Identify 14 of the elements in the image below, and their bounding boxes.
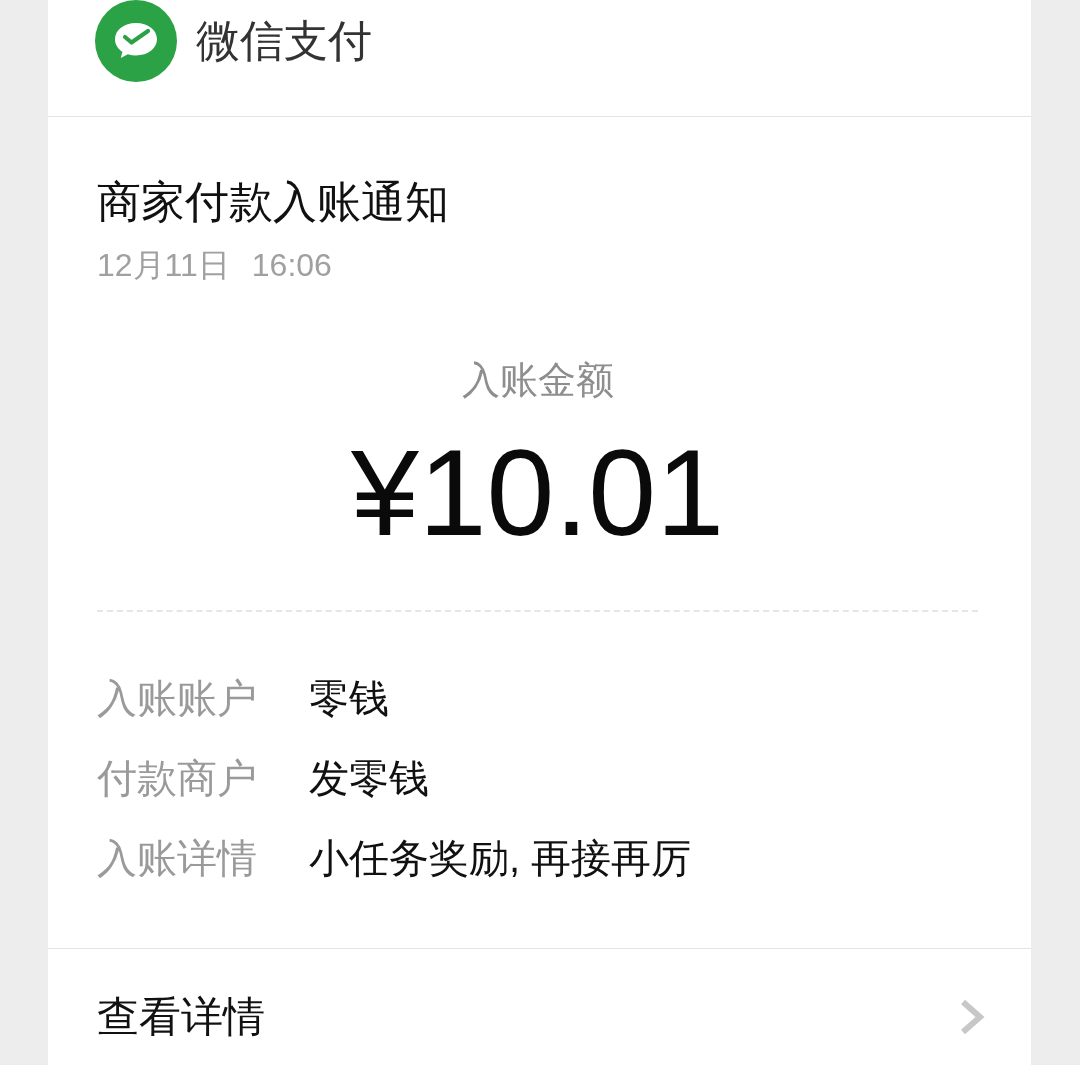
detail-label: 入账账户: [97, 674, 258, 722]
notice-time: 16:06: [251, 246, 332, 285]
notice-title: 商家付款入账通知: [97, 176, 450, 228]
notice-date: 12月11日: [97, 246, 230, 285]
detail-label: 付款商户: [97, 754, 258, 802]
detail-value: 小任务奖励, 再接再厉: [309, 834, 692, 882]
amount-value: ¥10.01: [349, 428, 726, 558]
detail-value: 发零钱: [309, 754, 429, 802]
amount-label: 入账金额: [460, 358, 615, 403]
chevron-right-icon: [960, 999, 986, 1035]
app-title: 微信支付: [196, 15, 372, 67]
detail-value: 零钱: [309, 674, 389, 722]
view-details-link[interactable]: 查看详情: [48, 949, 1031, 1065]
detail-label: 入账详情: [97, 834, 258, 882]
